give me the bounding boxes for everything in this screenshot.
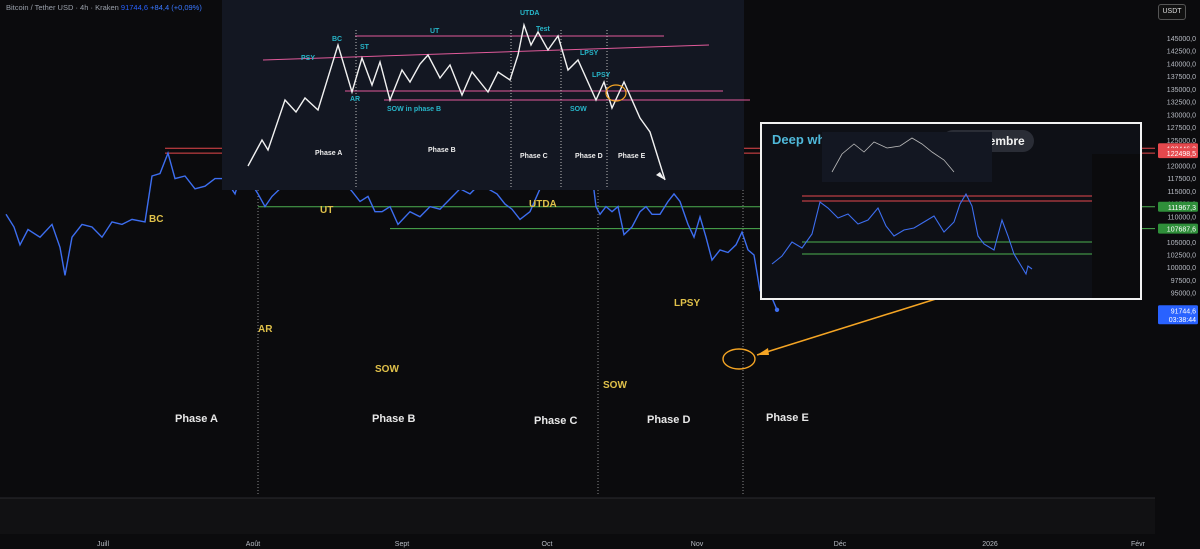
label-sow-2: SOW — [603, 380, 627, 391]
phase-a-label: Phase A — [175, 413, 218, 425]
label-sow-1: SOW — [375, 364, 399, 375]
y-tick-label: 145000,0 — [1167, 36, 1196, 43]
last-price-dot — [774, 307, 780, 313]
label-utda: UTDA — [529, 199, 557, 210]
header-price: 91744,6 — [120, 3, 149, 12]
schem-st: ST — [360, 44, 370, 51]
y-tick-label: 140000,0 — [1167, 61, 1196, 68]
schem-phase-a: Phase A — [315, 150, 342, 157]
x-tick-label: 2026 — [982, 541, 998, 548]
wyckoff-schematic: PSY BC ST AR UT SOW in phase B UTDA Test… — [222, 0, 750, 190]
bottom-panel — [0, 498, 1155, 534]
y-tick-label: 127500,0 — [1167, 125, 1196, 132]
symbol-title[interactable]: Bitcoin / Tether USD · 4h · Kraken — [6, 3, 119, 12]
price-badge-text: 122498,5 — [1167, 151, 1196, 158]
highlight-ellipse — [722, 348, 756, 370]
y-tick-label: 120000,0 — [1167, 163, 1196, 170]
inset-screenshot: Deep whale - Club 11 novembre — [760, 122, 1142, 300]
y-tick-label: 97500,0 — [1171, 278, 1196, 285]
schem-ar: AR — [350, 96, 360, 103]
label-ut: UT — [320, 205, 333, 216]
schem-bc: BC — [332, 36, 342, 43]
y-tick-label: 130000,0 — [1167, 112, 1196, 119]
phase-separators — [257, 190, 744, 496]
schem-phase-c: Phase C — [520, 153, 548, 160]
y-tick-label: 137500,0 — [1167, 74, 1196, 81]
y-tick-label: 135000,0 — [1167, 87, 1196, 94]
schem-lpsy-1: LPSY — [580, 50, 599, 57]
schem-phase-e: Phase E — [618, 153, 646, 160]
x-tick-label: Sept — [395, 541, 409, 548]
price-axis-panel[interactable] — [1155, 0, 1200, 549]
y-tick-label: 110000,0 — [1167, 214, 1196, 221]
label-bc: BC — [149, 214, 163, 225]
x-tick-label: Juill — [97, 541, 110, 548]
y-tick-label: 115000,0 — [1167, 189, 1196, 196]
phase-d-label: Phase D — [647, 414, 690, 426]
phase-e-label: Phase E — [766, 412, 809, 424]
label-ar: AR — [258, 324, 273, 335]
phase-c-label: Phase C — [534, 415, 577, 427]
symbol-header: Bitcoin / Tether USD · 4h · Kraken 91744… — [6, 3, 202, 12]
x-tick-label: Oct — [542, 541, 553, 548]
inset-mini-chart — [771, 132, 1140, 298]
inset-schematic-bg — [822, 132, 992, 182]
chart-app: BC UT UTDA LPSY AR SOW SOW Phase A Phase… — [0, 0, 1200, 549]
y-tick-label: 102500,0 — [1167, 253, 1196, 260]
schem-phase-b: Phase B — [428, 147, 456, 154]
y-tick-label: 132500,0 — [1167, 100, 1196, 107]
x-tick-label: Août — [246, 541, 260, 548]
schem-phase-d: Phase D — [575, 153, 603, 160]
x-tick-label: Févr — [1131, 541, 1146, 548]
price-badge-text: 107687,6 — [1167, 227, 1196, 234]
schem-psy: PSY — [301, 55, 315, 62]
label-lpsy: LPSY — [674, 298, 700, 309]
phase-b-label: Phase B — [372, 413, 415, 425]
time-axis-ticks: Juill Août Sept Oct Nov Déc 2026 Févr — [97, 541, 1146, 548]
schematic-background — [222, 0, 744, 190]
y-tick-label: 105000,0 — [1167, 240, 1196, 247]
last-price-badge-text: 91744,6 — [1171, 308, 1196, 315]
y-tick-label: 100000,0 — [1167, 265, 1196, 272]
schem-ut: UT — [430, 28, 440, 35]
y-tick-label: 142500,0 — [1167, 49, 1196, 56]
x-tick-label: Déc — [834, 541, 847, 548]
x-tick-label: Nov — [691, 541, 704, 548]
currency-button[interactable]: USDT — [1158, 4, 1186, 20]
header-change: +84,4 (+0,09%) — [150, 3, 202, 12]
schem-lpsy-2: LPSY — [592, 72, 611, 79]
inset-price-line — [771, 192, 1033, 276]
inset-axis — [1092, 154, 1140, 298]
arrow-head-left — [757, 348, 769, 355]
schem-test: Test — [536, 26, 551, 33]
last-price-badge-text: 03:38:44 — [1169, 317, 1196, 324]
schem-sow: SOW — [570, 106, 587, 113]
price-axis-ticks: 145000,0 142500,0 140000,0 137500,0 135000,0… — [1167, 36, 1196, 298]
schem-utda: UTDA — [520, 10, 539, 17]
price-badge-text: 111967,3 — [1168, 205, 1196, 212]
schem-sow-b: SOW in phase B — [387, 106, 441, 113]
y-tick-label: 95000,0 — [1171, 291, 1196, 298]
y-tick-label: 117500,0 — [1167, 176, 1196, 183]
